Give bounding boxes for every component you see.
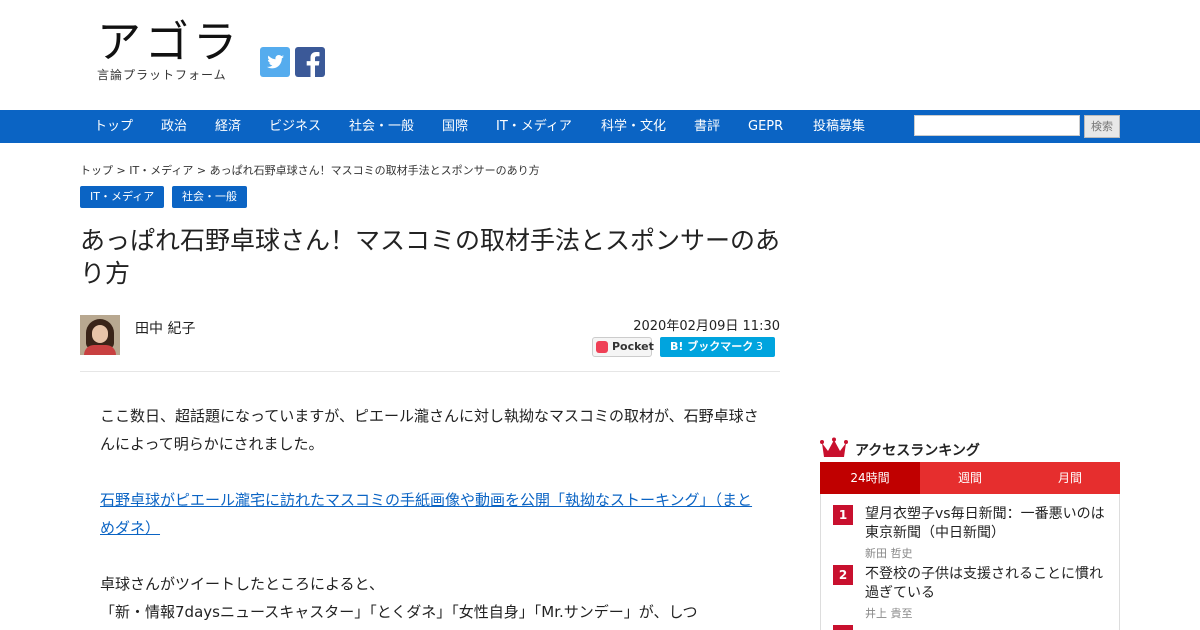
hatena-count: 3: [756, 340, 763, 353]
article-title: あっぱれ石野卓球さん！マスコミの取材手法とスポンサーのあり方: [80, 226, 781, 288]
ranking-item-title[interactable]: 不登校の子供は支援されることに慣れ過ぎている: [865, 565, 1110, 603]
tab-24h[interactable]: 24時間: [820, 462, 920, 494]
article-paragraph: 卓球さんがツイートしたところによると、: [100, 575, 384, 593]
nav-international[interactable]: 国際: [442, 110, 468, 143]
crown-icon: [820, 437, 848, 457]
logo-subtitle: 言論プラットフォーム: [97, 68, 227, 82]
author-name[interactable]: 田中 紀子: [135, 318, 195, 338]
nav-society[interactable]: 社会・一般: [349, 110, 414, 143]
author-avatar[interactable]: [80, 315, 120, 355]
nav-politics[interactable]: 政治: [161, 110, 187, 143]
rank-badge: 1: [833, 505, 853, 525]
article-date: 2020年02月09日 11:30: [633, 319, 780, 334]
article-paragraph: 「新・情報7daysニュースキャスター」「とくダネ」「女性自身」「Mr.サンデー…: [100, 603, 698, 621]
facebook-icon[interactable]: [295, 47, 325, 77]
nav-science-culture[interactable]: 科学・文化: [601, 110, 666, 143]
nav-business[interactable]: ビジネス: [269, 110, 321, 143]
ranking-item-title[interactable]: 望月衣塑子vs毎日新聞：一番悪いのは東京新聞（中日新聞）: [865, 505, 1110, 543]
nav-submit[interactable]: 投稿募集: [813, 110, 865, 143]
ranking-tabs: 24時間 週間 月間: [820, 462, 1120, 494]
tab-weekly[interactable]: 週間: [920, 462, 1020, 494]
main-nav: トップ 政治 経済 ビジネス 社会・一般 国際 IT・メディア 科学・文化 書評…: [0, 110, 1200, 143]
ranking-item-author: 井上 貴至: [865, 607, 913, 620]
tab-monthly[interactable]: 月間: [1020, 462, 1120, 494]
pocket-label: Pocket: [612, 340, 654, 353]
article-link[interactable]: 石野卓球がピエール瀧宅に訪れたマスコミの手紙画像や動画を公開「執拗なストーキング…: [100, 486, 765, 542]
nav-economy[interactable]: 経済: [215, 110, 241, 143]
nav-top[interactable]: トップ: [94, 110, 133, 143]
nav-gepr[interactable]: GEPR: [748, 110, 783, 143]
rank-badge: 3: [833, 625, 853, 630]
pocket-button[interactable]: Pocket: [592, 337, 654, 357]
site-logo[interactable]: アゴラ 言論プラットフォーム: [97, 20, 241, 83]
hatena-bookmark-button[interactable]: B! ブックマーク 3: [660, 337, 775, 357]
hatena-label: B! ブックマーク: [670, 340, 754, 353]
search-input[interactable]: [914, 115, 1080, 136]
ranking-list: 1 望月衣塑子vs毎日新聞：一番悪いのは東京新聞（中日新聞） 新田 哲史 2 不…: [820, 494, 1120, 630]
breadcrumb[interactable]: トップ > IT・メディア > あっぱれ石野卓球さん！マスコミの取材手法とスポン…: [80, 162, 540, 178]
divider: [80, 371, 780, 372]
twitter-icon[interactable]: [260, 47, 290, 77]
site-header: アゴラ 言論プラットフォーム: [0, 0, 1200, 110]
rank-badge: 2: [833, 565, 853, 585]
article-paragraph: ここ数日、超話題になっていますが、ピエール瀧さんに対し執拗なマスコミの取材が、石…: [100, 407, 759, 453]
ranking-item-author: 新田 哲史: [865, 547, 913, 560]
logo-title: アゴラ: [97, 17, 241, 68]
nav-it-media[interactable]: IT・メディア: [496, 110, 572, 143]
pocket-icon: [596, 341, 608, 353]
search-button[interactable]: 検索: [1084, 115, 1120, 138]
nav-book-review[interactable]: 書評: [694, 110, 720, 143]
ranking-title: アクセスランキング: [855, 443, 980, 459]
tag-it-media[interactable]: IT・メディア: [80, 186, 165, 208]
tag-society[interactable]: 社会・一般: [172, 186, 247, 208]
